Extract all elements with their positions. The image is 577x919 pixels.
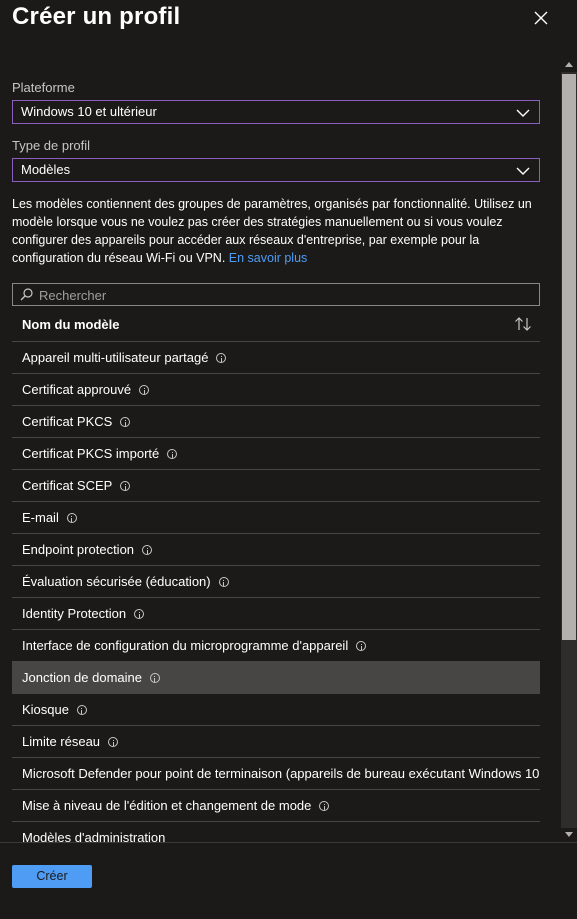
table-row[interactable]: Microsoft Defender pour point de termina… [12, 758, 540, 790]
sort-icon[interactable] [514, 317, 532, 331]
template-name: E-mail [22, 510, 77, 525]
info-icon[interactable] [149, 673, 160, 683]
info-icon[interactable] [139, 385, 150, 395]
template-name: Modèles d'administration [22, 830, 166, 842]
template-name: Interface de configuration du microprogr… [22, 638, 367, 653]
scrollbar[interactable] [561, 58, 577, 842]
info-icon[interactable] [319, 801, 330, 811]
table-row[interactable]: Certificat SCEP [12, 470, 540, 502]
learn-more-link[interactable]: En savoir plus [229, 251, 308, 265]
table-row[interactable]: Kiosque [12, 694, 540, 726]
templates-description: Les modèles contiennent des groupes de p… [12, 195, 542, 267]
table-row[interactable]: Appareil multi-utilisateur partagé [12, 342, 540, 374]
profile-type-dropdown[interactable]: Modèles [12, 158, 540, 182]
platform-label: Plateforme [12, 80, 75, 95]
template-name: Kiosque [22, 702, 87, 717]
info-icon[interactable] [120, 417, 131, 427]
info-icon[interactable] [218, 577, 229, 587]
scroll-down-icon[interactable] [565, 832, 573, 837]
table-row[interactable]: Limite réseau [12, 726, 540, 758]
info-icon[interactable] [142, 545, 153, 555]
chevron-down-icon [516, 106, 530, 118]
info-icon[interactable] [108, 737, 119, 747]
info-icon[interactable] [216, 353, 227, 363]
template-name: Certificat SCEP [22, 478, 131, 493]
table-row[interactable]: Modèles d'administration [12, 822, 540, 842]
table-header: Nom du modèle [12, 308, 540, 342]
search-box[interactable] [12, 283, 540, 306]
template-name: Certificat PKCS [22, 414, 131, 429]
info-icon[interactable] [167, 449, 178, 459]
template-name: Limite réseau [22, 734, 119, 749]
info-icon[interactable] [134, 609, 145, 619]
platform-value: Windows 10 et ultérieur [21, 104, 157, 119]
page-title: Créer un profil [12, 3, 181, 30]
profile-type-value: Modèles [21, 162, 71, 177]
template-name: Microsoft Defender pour point de termina… [22, 766, 540, 781]
info-icon[interactable] [356, 641, 367, 651]
column-header-template-name[interactable]: Nom du modèle [22, 317, 120, 332]
footer: Créer [0, 842, 577, 919]
table-row[interactable]: Jonction de domaine [12, 662, 540, 694]
template-name: Mise à niveau de l'édition et changement… [22, 798, 330, 813]
table-row[interactable]: Endpoint protection [12, 534, 540, 566]
table-row[interactable]: Certificat PKCS importé [12, 438, 540, 470]
search-input[interactable] [37, 285, 531, 305]
table-row[interactable]: E-mail [12, 502, 540, 534]
panel-content: Plateforme Windows 10 et ultérieur Type … [0, 58, 561, 842]
template-name: Appareil multi-utilisateur partagé [22, 350, 227, 365]
scrollbar-thumb[interactable] [562, 74, 576, 640]
chevron-down-icon [516, 164, 530, 176]
scroll-up-icon[interactable] [565, 62, 573, 67]
template-name: Identity Protection [22, 606, 145, 621]
template-name: Certificat PKCS importé [22, 446, 178, 461]
template-name: Jonction de domaine [22, 670, 160, 685]
info-icon[interactable] [66, 513, 77, 523]
create-button[interactable]: Créer [12, 865, 92, 888]
info-icon[interactable] [120, 481, 131, 491]
profile-type-label: Type de profil [12, 138, 91, 153]
search-icon [20, 288, 33, 306]
table-row[interactable]: Évaluation sécurisée (éducation) [12, 566, 540, 598]
table-row[interactable]: Mise à niveau de l'édition et changement… [12, 790, 540, 822]
table-row[interactable]: Identity Protection [12, 598, 540, 630]
table-row[interactable]: Certificat approuvé [12, 374, 540, 406]
template-list: Appareil multi-utilisateur partagé Certif… [12, 342, 540, 842]
template-name: Évaluation sécurisée (éducation) [22, 574, 229, 589]
close-icon[interactable] [533, 10, 549, 26]
table-row[interactable]: Interface de configuration du microprogr… [12, 630, 540, 662]
template-name: Endpoint protection [22, 542, 153, 557]
template-name: Certificat approuvé [22, 382, 150, 397]
table-row[interactable]: Certificat PKCS [12, 406, 540, 438]
info-icon[interactable] [76, 705, 87, 715]
platform-dropdown[interactable]: Windows 10 et ultérieur [12, 100, 540, 124]
